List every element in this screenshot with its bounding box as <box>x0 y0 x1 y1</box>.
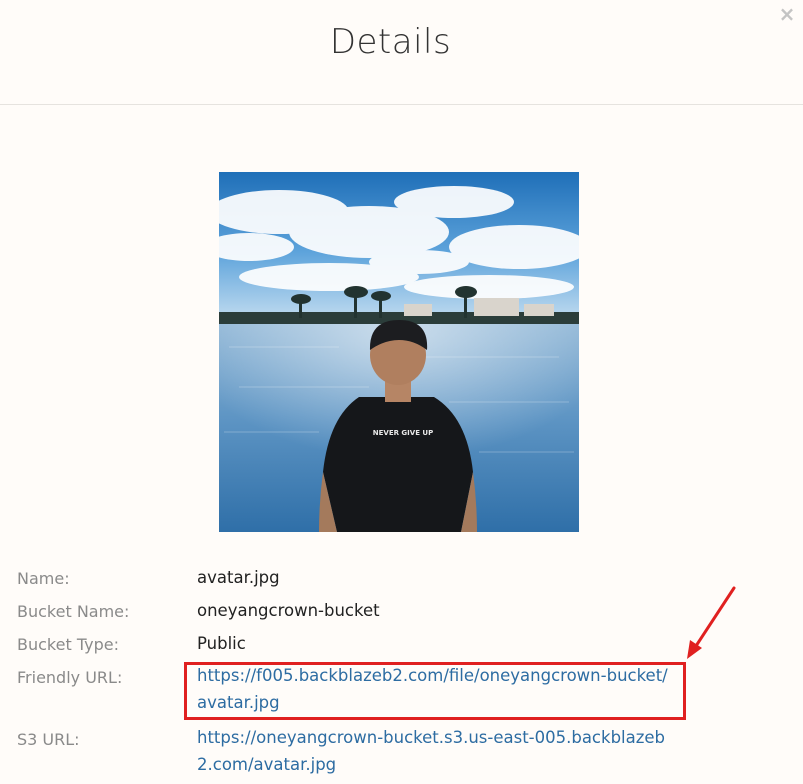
close-icon[interactable]: × <box>777 3 797 25</box>
image-preview: NEVER GIVE UP <box>219 172 579 532</box>
arrow-icon <box>687 586 736 659</box>
s3-url-line-2: 2.com/avatar.jpg <box>197 755 337 774</box>
bucket-name-value: oneyangcrown-bucket <box>197 601 380 620</box>
friendly-url-line-1: https://f005.backblazeb2.com/file/oneyan… <box>197 666 668 685</box>
dialog-header: Details × <box>0 0 803 105</box>
dialog-title: Details <box>329 22 452 62</box>
friendly-url-label: Friendly URL: <box>17 668 123 687</box>
s3-url-link[interactable]: https://oneyangcrown-bucket.s3.us-east-0… <box>197 724 665 778</box>
bucket-type-label: Bucket Type: <box>17 635 119 654</box>
s3-url-label: S3 URL: <box>17 730 80 749</box>
bucket-type-value: Public <box>197 634 246 653</box>
friendly-url-link[interactable]: https://f005.backblazeb2.com/file/oneyan… <box>197 662 668 716</box>
details-dialog: Details × NEVER GIVE UP Name: avatar.jpg… <box>0 0 803 784</box>
bucket-name-label: Bucket Name: <box>17 602 130 621</box>
name-label: Name: <box>17 569 70 588</box>
friendly-url-line-2: avatar.jpg <box>197 693 280 712</box>
s3-url-line-1: https://oneyangcrown-bucket.s3.us-east-0… <box>197 728 666 747</box>
shirt-text: NEVER GIVE UP <box>373 429 433 437</box>
name-value: avatar.jpg <box>197 568 280 587</box>
